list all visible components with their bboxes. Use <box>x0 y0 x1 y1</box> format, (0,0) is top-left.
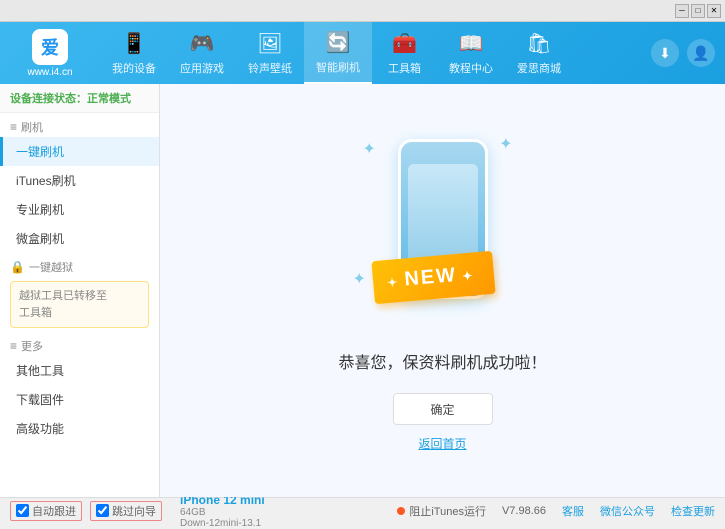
phone-illustration: ✦ ✦ ✦ NEW <box>343 129 543 329</box>
jailbreak-section-header: 🔒 一键越狱 <box>0 253 159 277</box>
jailbreak-section-label: 一键越狱 <box>29 259 73 275</box>
itunes-status-dot <box>397 507 405 515</box>
connection-status: 设备连接状态：正常模式 <box>0 84 159 113</box>
check-update-link[interactable]: 检查更新 <box>671 503 715 519</box>
nav-wallpaper-label: 铃声壁纸 <box>248 60 292 76</box>
nav-my-device-label: 我的设备 <box>112 60 156 76</box>
sidebar-item-download-firmware[interactable]: 下载固件 <box>0 385 159 414</box>
skip-wizard-input[interactable] <box>96 504 109 517</box>
sidebar-item-pro-flash[interactable]: 专业刷机 <box>0 195 159 224</box>
mall-icon: 🛍 <box>526 31 551 56</box>
nav-tutorial-label: 教程中心 <box>449 60 493 76</box>
auto-follow-input[interactable] <box>16 504 29 517</box>
success-message: 恭喜您，保资料刷机成功啦！ <box>338 349 546 373</box>
itunes-status: 阻止iTunes运行 <box>397 503 486 519</box>
wechat-public-link[interactable]: 微信公众号 <box>600 503 655 519</box>
window-controls[interactable]: ─ □ ✕ <box>675 4 721 18</box>
close-btn[interactable]: ✕ <box>707 4 721 18</box>
logo-text: www.i4.cn <box>27 67 72 78</box>
sidebar: 设备连接状态：正常模式 ≡ 刷机 一键刷机 iTunes刷机 专业刷机 微盒刷机… <box>0 84 160 497</box>
logo-area: 爱 www.i4.cn <box>0 29 100 78</box>
flash-icon: 🔄 <box>326 30 351 55</box>
flash-section-icon: ≡ <box>10 120 17 134</box>
pro-flash-label: 专业刷机 <box>16 203 64 217</box>
header: 爱 www.i4.cn 📱 我的设备 🎮 应用游戏 🖼 铃声壁纸 🔄 智能刷机 … <box>0 22 725 84</box>
device-capacity: 64GB <box>180 507 265 518</box>
sparkle-1: ✦ <box>363 139 376 159</box>
device-info: iPhone 12 mini 64GB Down-12mini-13.1 <box>180 493 265 529</box>
user-btn[interactable]: 👤 <box>687 39 715 67</box>
jailbreak-note: 越狱工具已转移至工具箱 <box>10 281 149 328</box>
apps-icon: 🎮 <box>190 31 215 56</box>
auto-follow-label: 自动跟进 <box>32 503 76 519</box>
more-section-icon: ≡ <box>10 339 17 353</box>
download-firmware-label: 下载固件 <box>16 393 64 407</box>
nav-wallpaper[interactable]: 🖼 铃声壁纸 <box>236 22 304 84</box>
micro-flash-label: 微盒刷机 <box>16 232 64 246</box>
nav-apps-label: 应用游戏 <box>180 60 224 76</box>
lock-icon: 🔒 <box>10 260 25 274</box>
nav-apps-games[interactable]: 🎮 应用游戏 <box>168 22 236 84</box>
nav-smart-flash[interactable]: 🔄 智能刷机 <box>304 22 372 84</box>
skip-wizard-checkbox[interactable]: 跳过向导 <box>90 501 162 521</box>
logo-icon: 爱 <box>32 29 68 65</box>
back-link[interactable]: 返回首页 <box>418 435 466 452</box>
sidebar-item-itunes-flash[interactable]: iTunes刷机 <box>0 166 159 195</box>
bottom-bar: 自动跟进 跳过向导 iPhone 12 mini 64GB Down-12min… <box>0 497 725 523</box>
sidebar-item-micro-flash[interactable]: 微盒刷机 <box>0 224 159 253</box>
customer-service-link[interactable]: 客服 <box>562 503 584 519</box>
flash-section-header: ≡ 刷机 <box>0 113 159 137</box>
auto-follow-checkbox[interactable]: 自动跟进 <box>10 501 82 521</box>
nav-tutorial[interactable]: 📖 教程中心 <box>437 22 505 84</box>
maximize-btn[interactable]: □ <box>691 4 705 18</box>
skip-wizard-label: 跳过向导 <box>112 503 156 519</box>
more-section-header: ≡ 更多 <box>0 332 159 356</box>
sparkle-3: ✦ <box>353 269 366 289</box>
device-icon: 📱 <box>122 31 147 56</box>
toolbox-icon: 🧰 <box>392 31 417 56</box>
advanced-label: 高级功能 <box>16 422 64 436</box>
nav-right-area: ⬇ 👤 <box>651 39 725 67</box>
sparkle-2: ✦ <box>499 134 512 154</box>
bottom-left: 自动跟进 跳过向导 iPhone 12 mini 64GB Down-12min… <box>10 493 265 529</box>
itunes-status-label: 阻止iTunes运行 <box>409 503 486 519</box>
wallpaper-icon: 🖼 <box>257 31 282 56</box>
status-value: 正常模式 <box>87 93 131 105</box>
nav-flash-label: 智能刷机 <box>316 59 360 75</box>
nav-mall-label: 爱思商城 <box>517 60 561 76</box>
version-label: V7.98.66 <box>502 505 546 517</box>
main-container: 设备连接状态：正常模式 ≡ 刷机 一键刷机 iTunes刷机 专业刷机 微盒刷机… <box>0 84 725 497</box>
device-model: Down-12mini-13.1 <box>180 518 265 529</box>
confirm-button[interactable]: 确定 <box>393 393 493 425</box>
itunes-flash-label: iTunes刷机 <box>16 174 76 188</box>
download-btn[interactable]: ⬇ <box>651 39 679 67</box>
flash-section-label: 刷机 <box>21 119 43 135</box>
one-click-flash-label: 一键刷机 <box>16 145 64 159</box>
bottom-right: 阻止iTunes运行 V7.98.66 客服 微信公众号 检查更新 <box>397 503 715 519</box>
sidebar-item-advanced[interactable]: 高级功能 <box>0 414 159 443</box>
sidebar-item-other-tools[interactable]: 其他工具 <box>0 356 159 385</box>
sidebar-item-one-click-flash[interactable]: 一键刷机 <box>0 137 159 166</box>
content-area: ✦ ✦ ✦ NEW 恭喜您，保资料刷机成功啦！ 确定 返回首页 <box>160 84 725 497</box>
title-bar: ─ □ ✕ <box>0 0 725 22</box>
nav-items: 📱 我的设备 🎮 应用游戏 🖼 铃声壁纸 🔄 智能刷机 🧰 工具箱 📖 教程中心… <box>100 22 651 84</box>
nav-my-device[interactable]: 📱 我的设备 <box>100 22 168 84</box>
more-section-label: 更多 <box>21 338 43 354</box>
minimize-btn[interactable]: ─ <box>675 4 689 18</box>
nav-mall[interactable]: 🛍 爱思商城 <box>505 22 573 84</box>
nav-toolbox[interactable]: 🧰 工具箱 <box>372 22 437 84</box>
status-label: 设备连接状态： <box>10 93 87 105</box>
tutorial-icon: 📖 <box>459 31 484 56</box>
other-tools-label: 其他工具 <box>16 364 64 378</box>
nav-toolbox-label: 工具箱 <box>388 60 421 76</box>
